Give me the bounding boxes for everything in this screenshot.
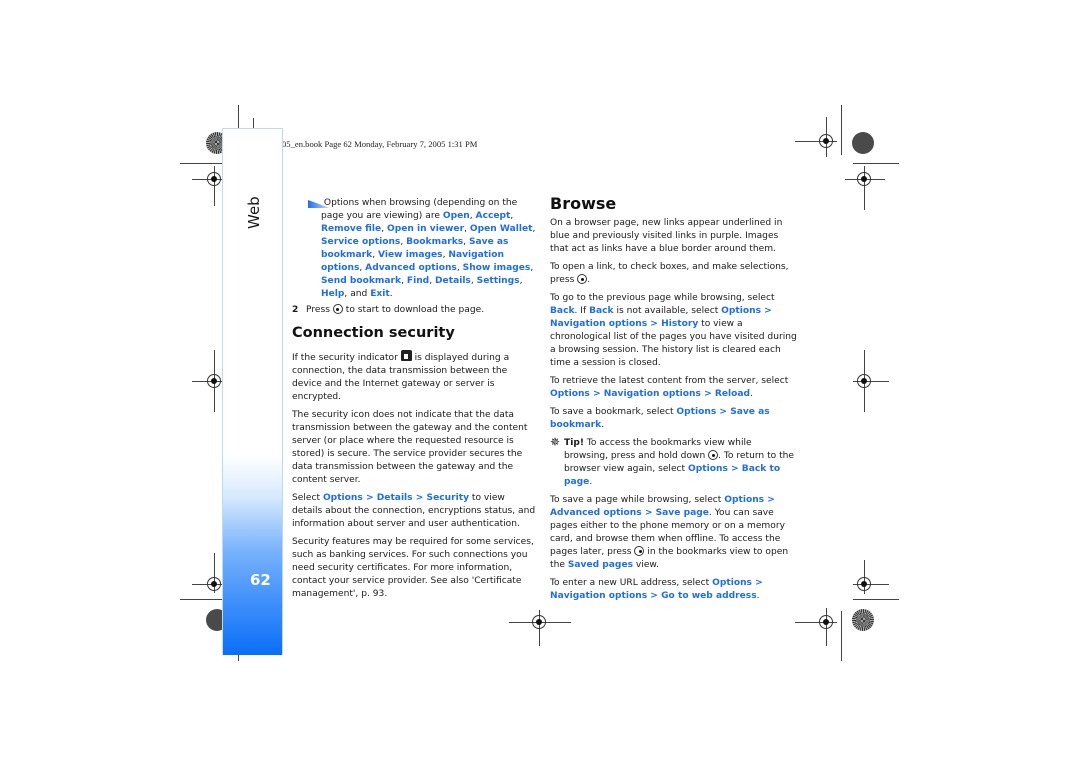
registration-mark (857, 172, 871, 186)
section-label: Web (240, 195, 276, 235)
saved-pages-link[interactable]: Saved pages (568, 560, 633, 570)
option-link[interactable]: Remove file (321, 224, 381, 234)
paragraph: Select Options > Details > Security to v… (292, 493, 536, 529)
option-link[interactable]: Advanced options (365, 263, 457, 273)
select-key-icon (708, 450, 719, 460)
select-key-icon (332, 304, 343, 314)
registration-mark (207, 577, 221, 591)
registration-mark (207, 374, 221, 388)
crop-line (841, 611, 842, 661)
connection-security-heading: Connection security (292, 325, 455, 341)
option-link[interactable]: Open Wallet (470, 224, 533, 234)
tip: ✵ Tip! To access the bookmarks view whil… (550, 435, 795, 488)
paragraph: Security features may be required for so… (292, 537, 534, 599)
paragraph: To save a bookmark, select Options > Sav… (550, 407, 770, 430)
paragraph: To retrieve the latest content from the … (550, 376, 789, 399)
registration-mark (532, 615, 546, 629)
browse-heading: Browse (550, 194, 617, 213)
registration-mark (207, 172, 221, 186)
paragraph: The security icon does not indicate that… (292, 410, 528, 485)
paragraph: To open a link, to check boxes, and make… (550, 262, 789, 285)
right-column: Browse On a browser page, new links appe… (550, 194, 798, 608)
crop-line (180, 163, 226, 164)
option-link[interactable]: Details (435, 276, 471, 286)
section-label-text: Web (245, 196, 263, 229)
option-link[interactable]: Service options (321, 237, 400, 247)
tip-icon: ✵ (550, 435, 561, 449)
step-number: 2 (292, 305, 299, 315)
option-link[interactable]: Open in viewer (387, 224, 464, 234)
paragraph: To go to the previous page while browsin… (550, 293, 797, 368)
paragraph: On a browser page, new links appear unde… (550, 218, 783, 254)
page-number: 62 (250, 571, 271, 589)
option-link[interactable]: Show images (463, 263, 531, 273)
crop-line (853, 163, 899, 164)
option-link[interactable]: Settings (477, 276, 520, 286)
paragraph: To enter a new URL address, select Optio… (550, 578, 763, 601)
crop-line (180, 599, 226, 600)
crop-line (841, 105, 842, 155)
step-2: 2 Press to start to download the page. (292, 304, 485, 315)
back-link[interactable]: Back (550, 306, 575, 316)
registration-mark (857, 577, 871, 591)
options-note-text: Options when browsing (depending on the … (321, 198, 536, 299)
left-column: Options when browsing (depending on the … (292, 197, 538, 606)
option-link[interactable]: Accept (476, 211, 511, 221)
starburst-registration-mark (852, 609, 874, 631)
select-key-icon (577, 274, 588, 284)
registration-mark (819, 134, 833, 148)
crop-line (853, 599, 899, 600)
solid-registration-mark (852, 132, 874, 154)
reload-link[interactable]: Options > Navigation options > Reload (550, 389, 750, 399)
option-link[interactable]: View images (378, 250, 443, 260)
registration-mark (819, 615, 833, 629)
paragraph: To save a page while browsing, select Op… (550, 495, 789, 570)
option-link[interactable]: Help (321, 289, 344, 299)
scroll-right-key-icon (634, 546, 645, 556)
option-link[interactable]: Bookmarks (406, 237, 463, 247)
back-link[interactable]: Back (589, 306, 614, 316)
registration-mark (857, 374, 871, 388)
print-header: R1105_en.book Page 62 Monday, February 7… (268, 139, 478, 149)
option-link[interactable]: Find (407, 276, 429, 286)
lock-icon (400, 350, 412, 361)
option-link[interactable]: Exit (370, 289, 390, 299)
paragraph: If the security indicator is displayed d… (292, 350, 538, 404)
option-link[interactable]: Open (443, 211, 470, 221)
option-link[interactable]: Send bookmark (321, 276, 401, 286)
options-note: Options when browsing (depending on the … (292, 197, 538, 301)
options-details-security-link[interactable]: Options > Details > Security (323, 493, 469, 503)
